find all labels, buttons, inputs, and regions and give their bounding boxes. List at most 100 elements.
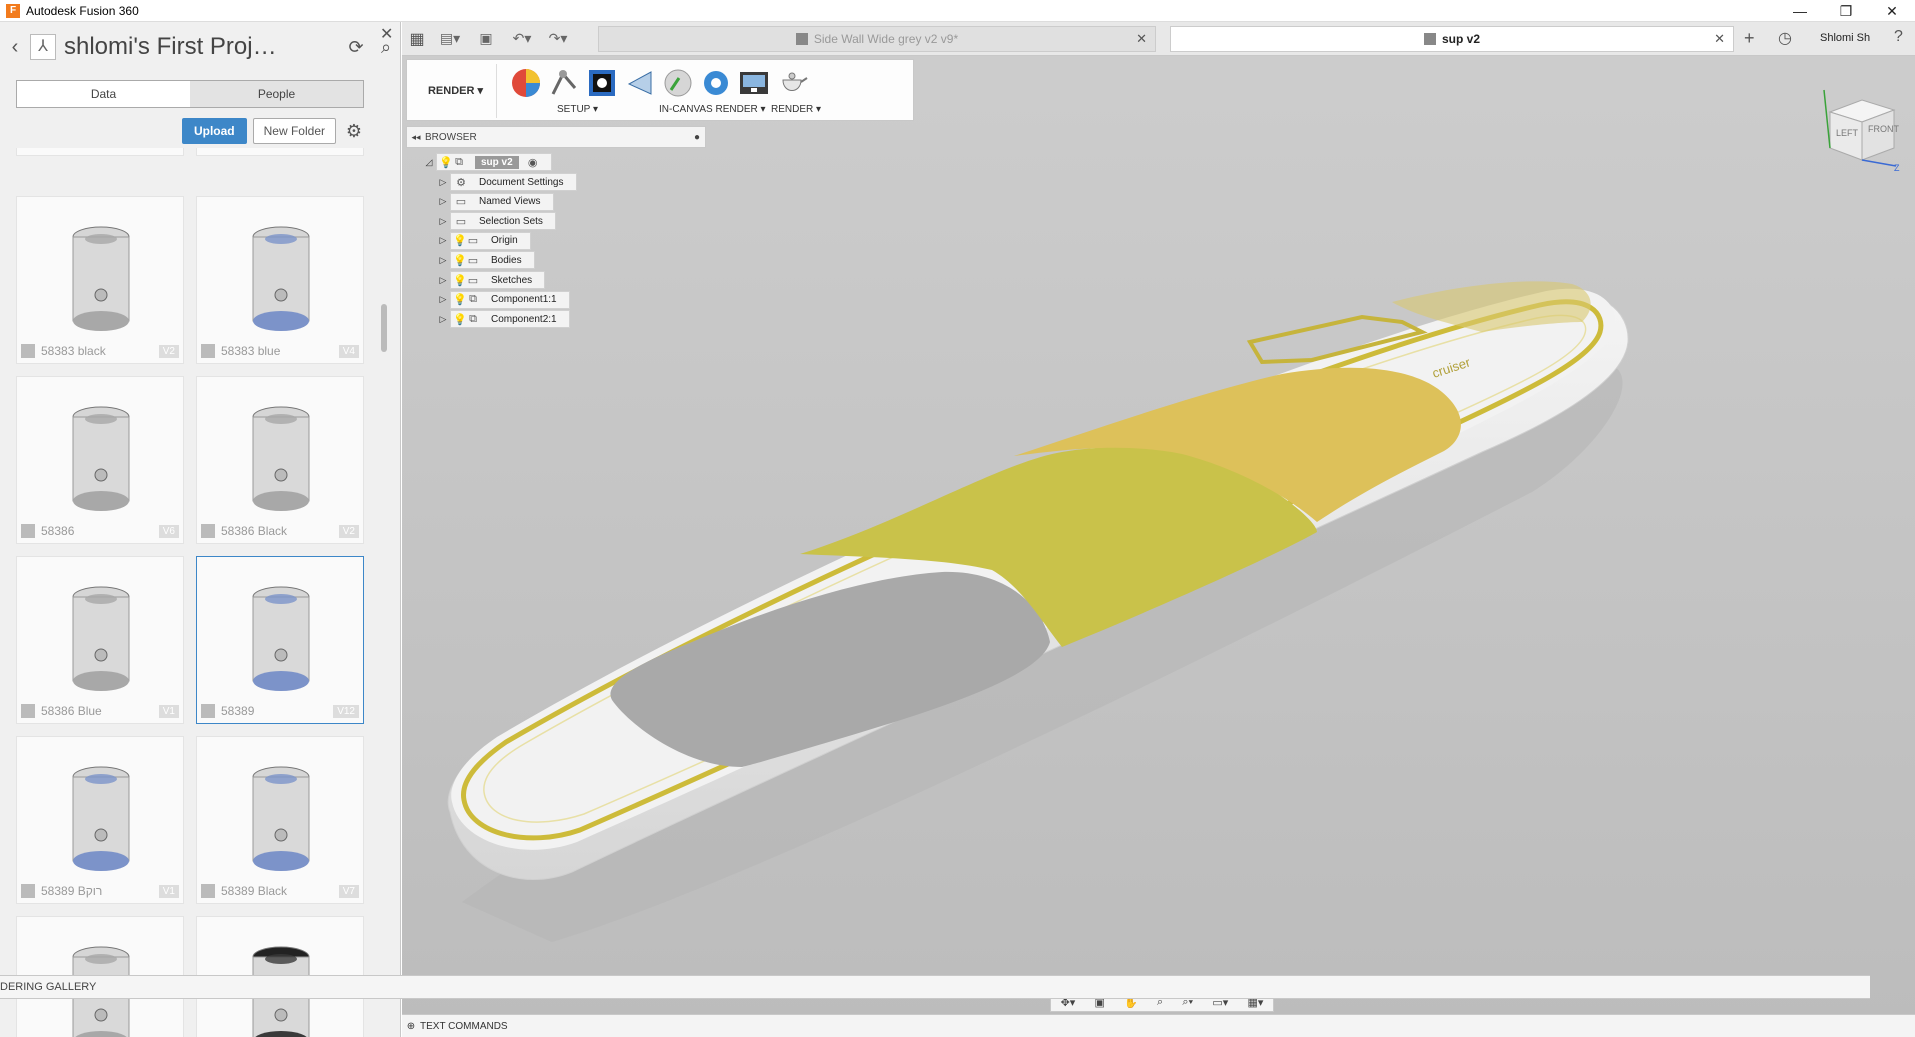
save-icon[interactable]: ▣ [468,30,504,47]
browser-node-label: Sketches [491,274,533,286]
browser-node-label: Component2:1 [491,313,557,325]
version-badge[interactable]: V4 [338,344,359,358]
visibility-bulb-icon[interactable]: 💡 [453,313,467,326]
expand-node-icon[interactable]: ▷ [436,235,450,246]
browser-node[interactable]: ▷ 💡 ▭ Origin [436,231,531,250]
rendering-gallery-bar[interactable]: DERING GALLERY [0,975,1870,999]
file-tile[interactable]: 58383 blue V4 [196,196,364,364]
visibility-bulb-icon[interactable]: 💡 [453,234,467,247]
file-tile[interactable]: 58386 Black V2 [196,376,364,544]
version-badge[interactable]: V2 [158,344,179,358]
root-name: sup v2 [475,155,519,169]
close-tab-icon[interactable]: ✕ [1136,31,1147,47]
model-canvas[interactable]: cruiser [402,22,1915,1037]
render-teapot-icon[interactable] [775,66,809,100]
project-title[interactable]: shlomi's First Proj… [64,33,341,61]
browser-node-label: Selection Sets [479,215,543,227]
activate-radio-icon[interactable]: ◉ [525,156,541,169]
version-badge[interactable]: V1 [158,884,179,898]
redo-icon[interactable]: ↷▾ [540,30,576,47]
visibility-bulb-icon[interactable]: 💡 [453,293,467,306]
refresh-icon[interactable]: ⟳ [341,37,371,58]
app-grid-icon[interactable]: ▦ [402,29,432,49]
gear-icon[interactable]: ⚙ [342,121,366,142]
file-tile[interactable]: 58386 V6 [16,376,184,544]
in-canvas-render-group-label[interactable]: IN-CANVAS RENDER ▾ [659,104,766,115]
workspace-switcher[interactable]: RENDER ▾ [415,64,497,118]
hub-icon[interactable]: ⅄ [30,34,56,60]
expand-node-icon[interactable]: ▷ [436,255,450,266]
tab-data[interactable]: Data [17,81,190,107]
visibility-bulb-icon[interactable]: 💡 [453,254,467,267]
expand-node-icon[interactable]: ▷ [436,294,450,305]
version-badge[interactable]: V12 [333,704,359,718]
tab-people[interactable]: People [190,81,363,107]
tab-document-side-wall[interactable]: Side Wall Wide grey v2 v9* ✕ [598,26,1156,52]
setup-group-label[interactable]: SETUP ▾ [557,104,598,115]
undo-icon[interactable]: ↶▾ [504,30,540,47]
maximize-button[interactable]: ❐ [1823,0,1869,22]
text-commands-bar[interactable]: ⊕ TEXT COMMANDS [402,1014,1915,1037]
visibility-bulb-icon[interactable]: 💡 [453,274,467,287]
expand-node-icon[interactable]: ▷ [436,275,450,286]
file-name: 58386 Black [221,524,288,538]
version-badge[interactable]: V2 [338,524,359,538]
file-cube-icon [21,524,35,538]
file-menu-icon[interactable]: ▤▾ [432,30,468,47]
job-status-icon[interactable]: ◷ [1778,28,1792,48]
browser-node[interactable]: ▷ 💡 ▭ Bodies [436,251,535,270]
version-badge[interactable]: V7 [338,884,359,898]
visibility-bulb-icon[interactable]: 💡 [439,156,453,169]
capture-image-icon[interactable] [737,66,771,100]
expand-node-icon[interactable]: ▷ [436,196,450,207]
new-tab-icon[interactable]: + [1744,28,1755,49]
version-badge[interactable]: V6 [158,524,179,538]
texture-map-icon[interactable] [623,66,657,100]
expand-root-icon[interactable]: ◿ [422,157,436,168]
close-tab-icon[interactable]: ✕ [1714,31,1725,47]
render-group-label[interactable]: RENDER ▾ [771,104,821,115]
browser-node[interactable]: ▷ 💡 ▭ Sketches [436,271,546,289]
back-arrow-icon[interactable]: ‹ [0,36,30,59]
browser-node[interactable]: ▷ ⚙ Document Settings [436,173,577,191]
upload-button[interactable]: Upload [181,118,247,144]
close-panel-icon[interactable]: ✕ [380,24,393,44]
browser-pin-icon[interactable]: ● [689,132,705,143]
render-settings-gear-icon[interactable] [699,66,733,100]
browser-root-node[interactable]: ◿ 💡 ⧉ sup v2 ◉ [422,153,552,171]
user-name[interactable]: Shlomi Sh [1820,32,1870,44]
file-tile[interactable]: 58389 V12 [196,556,364,724]
file-name: 58389 [221,704,255,718]
expand-node-icon[interactable]: ▷ [436,177,450,188]
file-thumbnail [72,406,130,511]
minimize-button[interactable]: — [1777,0,1823,22]
browser-node-box: 💡 ▭ Origin [450,231,531,250]
file-tile[interactable]: 58383 black V2 [16,196,184,364]
browser-node[interactable]: ▷ ▭ Named Views [436,192,554,211]
appearance-icon[interactable] [509,66,543,100]
close-window-button[interactable]: ✕ [1869,0,1915,22]
new-folder-button[interactable]: New Folder [252,118,336,144]
file-tile[interactable]: 58386 Blue V1 [16,556,184,724]
decal-icon[interactable] [585,66,619,100]
collapse-browser-icon[interactable]: ◂◂ [407,132,425,143]
data-panel-actions: Upload New Folder ⚙ [16,118,366,144]
scene-settings-icon[interactable] [547,66,581,100]
view-cube[interactable]: LEFT FRONT Z [1820,82,1904,172]
browser-node[interactable]: ▷ 💡 ⧉ Component2:1 [436,310,570,329]
browser-node[interactable]: ▷ ▭ Selection Sets [436,212,556,231]
file-name: 58389 Bרוק [41,884,103,898]
in-canvas-render-icon[interactable] [661,66,695,100]
expand-node-icon[interactable]: ▷ [436,216,450,227]
expand-text-commands-icon[interactable]: ⊕ [402,1021,420,1032]
document-cube-icon [795,33,808,45]
data-panel-scrollbar[interactable] [381,304,387,352]
in-canvas-render-label: IN-CANVAS RENDER [659,104,758,115]
browser-node[interactable]: ▷ 💡 ⧉ Component1:1 [436,290,570,309]
file-tile[interactable]: 58389 Bרוק V1 [16,736,184,904]
version-badge[interactable]: V1 [158,704,179,718]
expand-node-icon[interactable]: ▷ [436,314,450,325]
help-icon[interactable]: ? [1894,28,1903,46]
tab-document-sup-v2[interactable]: sup v2 ✕ [1170,26,1734,52]
file-tile[interactable]: 58389 Black V7 [196,736,364,904]
